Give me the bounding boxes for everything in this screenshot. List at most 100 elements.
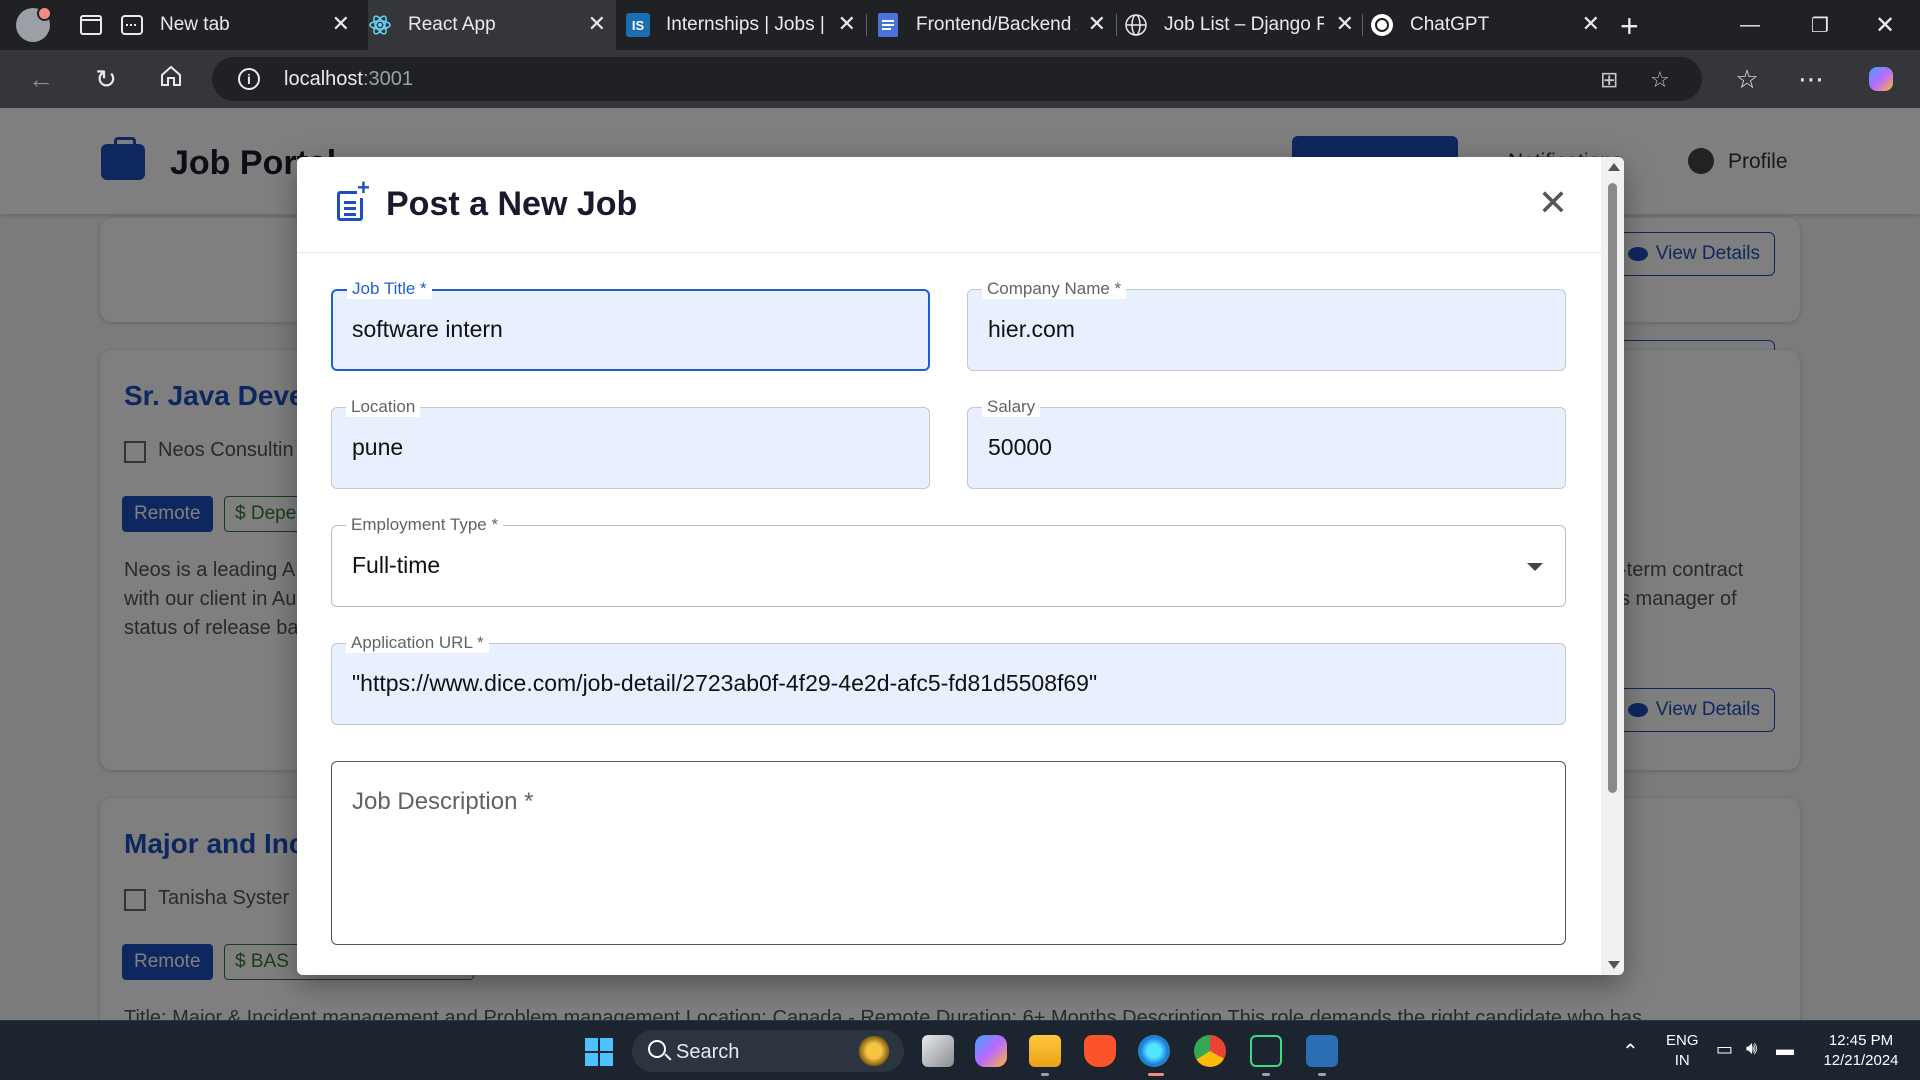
job-title-field[interactable]: Job Title * software intern: [331, 279, 930, 371]
modal-scrollbar[interactable]: [1601, 157, 1624, 975]
copilot-taskbar-icon[interactable]: [975, 1035, 1007, 1067]
browser-address-bar: ← ↻ i localhost:3001 ⊞ ☆ ☆ ⋯: [0, 50, 1920, 108]
tab-title: New tab: [160, 14, 230, 35]
favorites-list-icon[interactable]: ☆: [1732, 64, 1762, 94]
close-tab-icon[interactable]: ✕: [1088, 13, 1106, 35]
employment-type-value[interactable]: Full-time: [352, 552, 440, 579]
tab-separator: [866, 14, 867, 36]
tab-title: Frontend/Backend A: [916, 14, 1076, 35]
clock-time: 12:45 PM: [1828, 1032, 1894, 1049]
url-text[interactable]: localhost:3001: [284, 68, 413, 91]
scroll-thumb[interactable]: [1608, 183, 1617, 793]
scroll-down-arrow-icon[interactable]: [1608, 961, 1620, 969]
salary-input[interactable]: 50000: [988, 434, 1052, 461]
job-description-placeholder: Job Description *: [352, 788, 534, 815]
new-tab-plus-icon[interactable]: +: [1620, 8, 1639, 45]
search-icon: [648, 1040, 666, 1058]
battery-icon[interactable]: ▬: [1776, 1039, 1794, 1060]
windows-taskbar: Search ⌃ ENG IN ▭ 🔊︎ ▬ 12:45 PM 12/21/20…: [0, 1020, 1920, 1080]
running-indicator: [1262, 1073, 1270, 1076]
android-studio-icon[interactable]: [1250, 1035, 1282, 1067]
site-info-icon[interactable]: i: [238, 68, 260, 90]
tab-title: ChatGPT: [1410, 14, 1490, 35]
job-title-input[interactable]: software intern: [352, 316, 503, 343]
location-input[interactable]: pune: [352, 434, 403, 461]
react-icon: [368, 13, 392, 37]
clock[interactable]: 12:45 PM 12/21/2024: [1816, 1031, 1906, 1071]
application-url-input[interactable]: "https://www.dice.com/job-detail/2723ab0…: [352, 670, 1097, 697]
minimize-icon[interactable]: —: [1715, 0, 1785, 50]
profile-avatar-icon[interactable]: [16, 6, 52, 42]
location-field[interactable]: Location pune: [331, 397, 930, 489]
brave-browser-icon[interactable]: [1084, 1035, 1116, 1067]
mysql-workbench-icon[interactable]: [1306, 1035, 1338, 1067]
network-icon[interactable]: ▭: [1716, 1039, 1733, 1060]
search-highlight-icon: [854, 1036, 894, 1066]
tab-react-app[interactable]: React App ✕: [368, 0, 616, 50]
file-explorer-icon[interactable]: [1029, 1035, 1061, 1067]
company-name-field[interactable]: Company Name * hier.com: [967, 279, 1566, 371]
url-host: localhost: [284, 68, 363, 90]
post-job-modal: Post a New Job ✕ Job Title * software in…: [297, 157, 1624, 975]
job-title-label: Job Title *: [347, 279, 432, 299]
tab-title: Job List – Django RE: [1164, 14, 1324, 35]
close-tab-icon[interactable]: ✕: [838, 13, 856, 35]
url-port: :3001: [362, 68, 413, 90]
taskbar-search-box[interactable]: Search: [632, 1030, 904, 1072]
salary-label: Salary: [982, 397, 1041, 417]
location-label: Location: [346, 397, 421, 417]
language-indicator[interactable]: ENG IN: [1666, 1031, 1699, 1071]
tab-separator: [1362, 14, 1363, 36]
modal-header: Post a New Job ✕: [297, 157, 1601, 253]
restore-icon[interactable]: ❐: [1785, 0, 1855, 50]
edge-browser-icon[interactable]: [1138, 1035, 1170, 1067]
tab-title: Internships | Jobs | T: [666, 14, 826, 35]
copilot-icon[interactable]: [1866, 64, 1896, 94]
docs-icon: [876, 13, 900, 37]
windows-start-icon[interactable]: [585, 1038, 613, 1066]
close-tab-icon[interactable]: ✕: [332, 13, 350, 35]
window-close-icon[interactable]: ✕: [1850, 0, 1920, 50]
chatgpt-icon: [1370, 13, 1394, 37]
application-url-field[interactable]: Application URL * "https://www.dice.com/…: [331, 633, 1566, 725]
tab-internshala[interactable]: IS Internships | Jobs | T ✕: [626, 0, 866, 50]
globe-icon: [1124, 13, 1148, 37]
scroll-up-arrow-icon[interactable]: [1608, 163, 1620, 171]
home-icon[interactable]: [156, 64, 186, 94]
tab-django[interactable]: Job List – Django RE ✕: [1124, 0, 1364, 50]
company-name-label: Company Name *: [982, 279, 1127, 299]
clock-date: 12/21/2024: [1823, 1052, 1899, 1069]
url-bar[interactable]: i localhost:3001 ⊞ ☆: [212, 57, 1702, 101]
salary-field[interactable]: Salary 50000: [967, 397, 1566, 489]
back-arrow-icon[interactable]: ←: [26, 64, 56, 94]
tab-new-tab[interactable]: New tab ✕: [120, 0, 360, 50]
close-tab-icon[interactable]: ✕: [588, 13, 606, 35]
more-options-icon[interactable]: ⋯: [1796, 64, 1826, 94]
running-indicator: [1041, 1073, 1049, 1076]
employment-type-select[interactable]: Employment Type * Full-time: [331, 515, 1566, 607]
favorite-star-icon[interactable]: ☆: [1650, 67, 1670, 93]
show-hidden-icons-chevron-icon[interactable]: ⌃: [1622, 1039, 1639, 1064]
employment-type-label: Employment Type *: [346, 515, 504, 535]
task-view-icon[interactable]: [922, 1035, 954, 1067]
tab-google-docs[interactable]: Frontend/Backend A ✕: [876, 0, 1116, 50]
volume-icon[interactable]: 🔊︎: [1746, 1038, 1757, 1059]
tab-chatgpt[interactable]: ChatGPT ✕: [1370, 0, 1610, 50]
region-code: IN: [1674, 1052, 1690, 1069]
close-tab-icon[interactable]: ✕: [1336, 13, 1354, 35]
taskbar-search-label: Search: [676, 1041, 740, 1063]
new-tab-icon: [120, 13, 144, 37]
close-icon[interactable]: ✕: [1533, 183, 1573, 223]
reload-icon[interactable]: ↻: [91, 64, 121, 94]
post-add-icon: [337, 178, 370, 221]
close-tab-icon[interactable]: ✕: [1582, 13, 1600, 35]
chrome-browser-icon[interactable]: [1194, 1035, 1226, 1067]
job-description-textarea[interactable]: Job Description *: [331, 761, 1566, 945]
tab-separator: [1116, 14, 1117, 36]
dropdown-arrow-icon[interactable]: [1527, 563, 1543, 571]
app-available-icon[interactable]: ⊞: [1600, 67, 1618, 93]
company-name-input[interactable]: hier.com: [988, 316, 1075, 343]
tab-title: React App: [408, 14, 496, 35]
active-indicator: [1148, 1073, 1164, 1076]
tab-actions-icon[interactable]: [80, 15, 102, 35]
